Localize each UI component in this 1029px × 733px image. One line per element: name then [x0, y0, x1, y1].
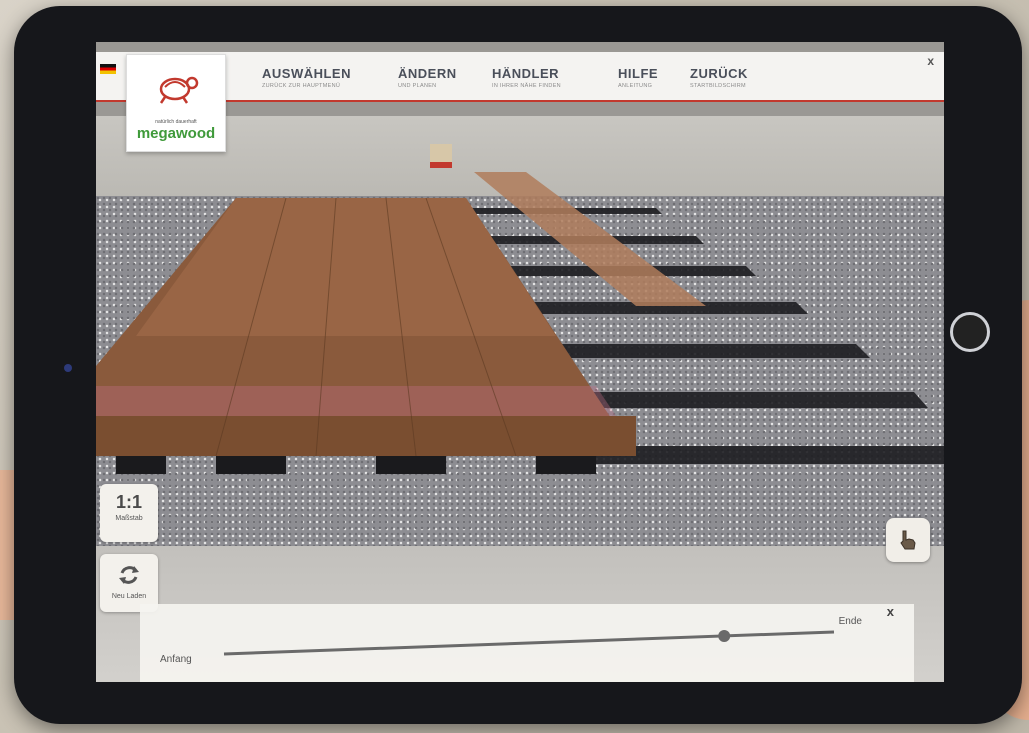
nav-zurueck[interactable]: ZURÜCK STARTBILDSCHIRM [690, 66, 748, 89]
deck-render [96, 144, 944, 474]
nav-hilfe[interactable]: HILFE ANLEITUNG [618, 66, 658, 89]
ar-scene[interactable] [96, 116, 944, 682]
timeline-panel: Anfang Ende x [140, 604, 914, 682]
nav-auswaehlen[interactable]: AUSWÄHLEN ZURÜCK ZUR HAUPTMENÜ [262, 66, 351, 89]
timeline-line[interactable] [223, 630, 835, 656]
nav-aendern[interactable]: ÄNDERN UND PLANEN [398, 66, 457, 89]
nav-zurueck-label: ZURÜCK [690, 66, 748, 81]
german-flag-icon[interactable] [100, 64, 116, 74]
nav-auswaehlen-label: AUSWÄHLEN [262, 66, 351, 81]
timeline-slider-knob[interactable] [718, 629, 731, 642]
close-app-button[interactable]: x [927, 54, 934, 68]
camera-dot [64, 364, 72, 372]
logo-brand-text: megawood [136, 125, 216, 142]
scale-value: 1:1 [115, 492, 142, 512]
nav-zurueck-sub: STARTBILDSCHIRM [690, 83, 746, 89]
nav-haendler-label: HÄNDLER [492, 66, 560, 81]
timeline-end-label: Ende [838, 616, 862, 627]
nav-aendern-sub: UND PLANEN [398, 83, 437, 89]
home-button[interactable] [950, 312, 990, 352]
scale-button[interactable]: 1:1 Maßstab [100, 484, 158, 542]
reload-icon [119, 566, 139, 584]
timeline-close-button[interactable]: x [887, 604, 894, 619]
nav-hilfe-sub: ANLEITUNG [618, 83, 653, 89]
nav-haendler[interactable]: HÄNDLER IN IHRER NÄHE FINDEN [492, 66, 561, 89]
timeline-track [223, 629, 835, 656]
timeline-start-label: Anfang [160, 654, 192, 665]
nav-auswaehlen-sub: ZURÜCK ZUR HAUPTMENÜ [262, 83, 341, 89]
nav-aendern-label: ÄNDERN [398, 66, 457, 81]
nav-hilfe-label: HILFE [618, 66, 659, 81]
tablet-device: AUSWÄHLEN ZURÜCK ZUR HAUPTMENÜ ÄNDERN UN… [14, 6, 1022, 724]
scale-label: Maßstab [115, 515, 143, 522]
nav-haendler-sub: IN IHRER NÄHE FINDEN [492, 83, 561, 89]
hand-pointer-icon [900, 530, 916, 550]
turtle-logo-icon [159, 76, 199, 104]
reload-label: Neu Laden [111, 593, 147, 600]
gesture-tool-button[interactable] [886, 518, 930, 562]
megawood-logo[interactable]: natürlich dauerhaft megawood [126, 54, 226, 152]
app-screen: AUSWÄHLEN ZURÜCK ZUR HAUPTMENÜ ÄNDERN UN… [96, 42, 944, 682]
